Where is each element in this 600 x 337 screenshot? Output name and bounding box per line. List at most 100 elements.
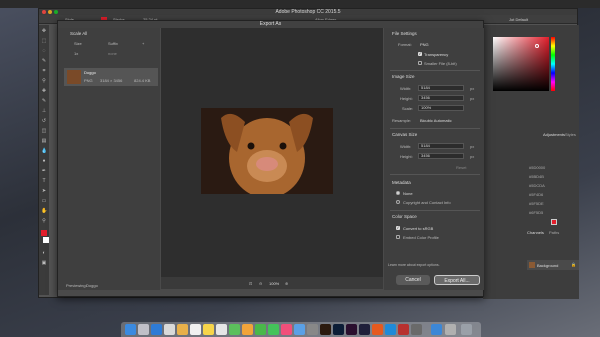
metadata-none-radio[interactable]: [396, 191, 400, 195]
fit-screen-icon[interactable]: ⊡: [249, 281, 252, 286]
scale-label: Scale:: [402, 106, 414, 111]
image-height-unit: px: [470, 96, 475, 101]
photos-icon[interactable]: [242, 324, 253, 335]
file-settings-header: File Settings: [392, 31, 417, 36]
downloads-folder-icon[interactable]: [431, 324, 442, 335]
reset-button[interactable]: Reset: [456, 165, 466, 170]
app-icon[interactable]: [372, 324, 383, 335]
app-icon[interactable]: [411, 324, 422, 335]
image-width-input[interactable]: 5184: [418, 85, 464, 91]
zoom-window-button[interactable]: [54, 10, 58, 14]
dodge-tool-icon[interactable]: ●: [41, 158, 47, 164]
format-select[interactable]: PNG: [420, 42, 429, 47]
path-select-icon[interactable]: ➤: [41, 188, 47, 194]
crop-tool-icon[interactable]: ⌗: [41, 68, 47, 74]
mail-icon[interactable]: [164, 324, 175, 335]
marquee-tool-icon[interactable]: ⬚: [41, 38, 47, 44]
gradient-tool-icon[interactable]: ▤: [41, 138, 47, 144]
lock-icon: 🔒: [571, 262, 576, 267]
reminders-icon[interactable]: [216, 324, 227, 335]
layer-thumbnail: [529, 262, 535, 268]
screen-mode-icon[interactable]: ▣: [41, 260, 47, 266]
messages-icon[interactable]: [255, 324, 266, 335]
close-window-button[interactable]: [42, 10, 46, 14]
divider: [390, 174, 480, 175]
color-picker-handle[interactable]: [535, 44, 539, 48]
color-picker[interactable]: [493, 37, 549, 91]
hand-tool-icon[interactable]: ✋: [41, 208, 47, 214]
illustrator-icon[interactable]: [320, 324, 331, 335]
zoom-level[interactable]: 100%: [269, 281, 279, 286]
swatch-red[interactable]: [551, 219, 557, 225]
blur-tool-icon[interactable]: 💧: [41, 148, 47, 154]
size-column-label: Size: [74, 41, 82, 46]
canvas-width-input[interactable]: 5184: [418, 143, 464, 149]
facetime-icon[interactable]: [268, 324, 279, 335]
eraser-tool-icon[interactable]: ◫: [41, 128, 47, 134]
minimize-window-button[interactable]: [48, 10, 52, 14]
hex-code-5: #5F5DE: [529, 201, 544, 206]
image-height-input[interactable]: 3456: [418, 95, 464, 101]
background-color-swatch[interactable]: [43, 237, 49, 243]
zoom-out-icon[interactable]: ⊖: [259, 281, 262, 286]
metadata-copyright-radio[interactable]: [396, 200, 400, 204]
shape-tool-icon[interactable]: ▭: [41, 198, 47, 204]
history-brush-icon[interactable]: ↺: [41, 118, 47, 124]
embed-profile-checkbox[interactable]: [396, 235, 400, 239]
tab-adjustments[interactable]: Adjustments: [543, 132, 565, 137]
foreground-color-swatch[interactable]: [41, 230, 47, 236]
app-icon[interactable]: [385, 324, 396, 335]
eyedropper-tool-icon[interactable]: ⚲: [41, 78, 47, 84]
notes-icon[interactable]: [203, 324, 214, 335]
brush-tool-icon[interactable]: ✎: [41, 98, 47, 104]
indesign-icon[interactable]: [346, 324, 357, 335]
finder-icon[interactable]: [125, 324, 136, 335]
itunes-icon[interactable]: [281, 324, 292, 335]
documents-icon[interactable]: [445, 324, 456, 335]
smaller-file-checkbox[interactable]: [418, 61, 422, 65]
quick-select-tool-icon[interactable]: ✎: [41, 58, 47, 64]
hue-slider[interactable]: [551, 37, 555, 91]
workspace-label[interactable]: Jot Default: [509, 17, 528, 22]
dog-photo: [201, 108, 333, 194]
preferences-icon[interactable]: [307, 324, 318, 335]
app-store-icon[interactable]: [294, 324, 305, 335]
convert-srgb-checkbox[interactable]: ✓: [396, 226, 400, 230]
cancel-button[interactable]: Cancel: [396, 275, 430, 285]
trash-icon[interactable]: [461, 324, 472, 335]
safari-icon[interactable]: [151, 324, 162, 335]
canvas-height-label: Height:: [400, 154, 413, 159]
photoshop-icon[interactable]: [333, 324, 344, 335]
zoom-in-icon[interactable]: ⊕: [285, 281, 288, 286]
launchpad-icon[interactable]: [138, 324, 149, 335]
healing-tool-icon[interactable]: ✚: [41, 88, 47, 94]
size-select[interactable]: 1x: [74, 51, 78, 56]
suffix-input[interactable]: none: [108, 51, 117, 56]
transparency-checkbox[interactable]: ✓: [418, 52, 422, 56]
pen-tool-icon[interactable]: ✒: [41, 168, 47, 174]
resample-select[interactable]: Bicubic Automatic: [420, 118, 452, 123]
quick-mask-icon[interactable]: ◐: [41, 250, 47, 256]
move-tool-icon[interactable]: ✥: [41, 28, 47, 34]
suffix-column-label: Suffix: [108, 41, 118, 46]
tab-styles[interactable]: Styles: [565, 132, 576, 137]
export-all-button[interactable]: Export All...: [434, 275, 480, 285]
maps-icon[interactable]: [229, 324, 240, 335]
tab-channels[interactable]: Channels: [527, 230, 544, 235]
contacts-icon[interactable]: [177, 324, 188, 335]
lasso-tool-icon[interactable]: ◌: [41, 48, 47, 54]
metadata-copyright-label: Copyright and Contact Info: [403, 200, 451, 205]
layer-row[interactable]: Background 🔒: [527, 260, 579, 270]
premiere-icon[interactable]: [359, 324, 370, 335]
stamp-tool-icon[interactable]: ⊥: [41, 108, 47, 114]
scale-select[interactable]: 100%: [418, 105, 464, 111]
calendar-icon[interactable]: [190, 324, 201, 335]
type-tool-icon[interactable]: T: [41, 178, 47, 184]
tab-paths[interactable]: Paths: [549, 230, 559, 235]
add-scale-icon[interactable]: +: [142, 41, 144, 46]
asset-row[interactable]: Doggo PNG 3184 × 3456 824.4 KB: [64, 68, 158, 86]
learn-more-link[interactable]: Learn more about export options.: [388, 263, 440, 267]
zoom-tool-icon[interactable]: ⚲: [41, 218, 47, 224]
canvas-height-input[interactable]: 3456: [418, 153, 464, 159]
app-icon[interactable]: [398, 324, 409, 335]
